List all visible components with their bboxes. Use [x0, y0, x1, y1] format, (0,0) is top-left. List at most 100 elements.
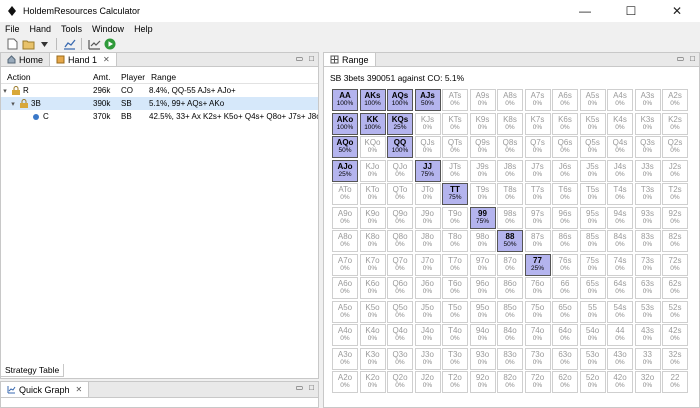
- hand-cell[interactable]: 62s 0%: [662, 277, 688, 299]
- hand-cell[interactable]: J4s 0%: [607, 159, 633, 182]
- hand-cell[interactable]: 73o 0%: [524, 347, 551, 370]
- hand-cell[interactable]: 44 0%: [607, 324, 633, 346]
- hand-cell[interactable]: A2s 0%: [662, 89, 688, 111]
- maximize-pane-icon[interactable]: □: [309, 383, 314, 392]
- hand-cell[interactable]: K8o 0%: [359, 230, 386, 252]
- hand-cell[interactable]: A3o 0%: [332, 347, 358, 370]
- hand-cell[interactable]: 93s 0%: [634, 206, 661, 229]
- hand-cell[interactable]: 52o 0%: [579, 371, 606, 393]
- hand-cell[interactable]: 43o 0%: [607, 347, 633, 370]
- hand-cell[interactable]: J4o 0%: [414, 324, 441, 346]
- table-row[interactable]: ▾ 3B 390k SB 5.1%, 99+ AQs+ AKo: [1, 97, 318, 110]
- close-window-button[interactable]: ✕: [654, 0, 700, 22]
- hand-cell[interactable]: KJo 0%: [359, 159, 386, 182]
- hand-cell[interactable]: Q2o 0%: [387, 371, 413, 393]
- dropdown-button[interactable]: [37, 38, 51, 51]
- hand-cell[interactable]: K9o 0%: [359, 206, 386, 229]
- hand-cell[interactable]: 96s 0%: [552, 206, 578, 229]
- hand-cell[interactable]: T9o 0%: [442, 206, 468, 229]
- tab-quick-graph[interactable]: Quick Graph ✕: [1, 382, 90, 397]
- hand-cell[interactable]: K3o 0%: [359, 347, 386, 370]
- hand-cell[interactable]: AJs 50%: [414, 89, 441, 111]
- hand-cell[interactable]: A9o 0%: [332, 206, 358, 229]
- hand-cell[interactable]: 75s 0%: [579, 253, 606, 276]
- hand-cell[interactable]: T3o 0%: [442, 347, 468, 370]
- hand-cell[interactable]: T6o 0%: [442, 277, 468, 299]
- hand-cell[interactable]: AQo 50%: [332, 136, 358, 158]
- hand-cell[interactable]: K3s 0%: [634, 112, 661, 135]
- hand-cell[interactable]: A3s 0%: [634, 89, 661, 111]
- chart-button[interactable]: [62, 38, 76, 51]
- close-tab-icon[interactable]: ✕: [76, 385, 83, 394]
- hand-cell[interactable]: 92o 0%: [469, 371, 496, 393]
- menu-help[interactable]: Help: [129, 24, 158, 34]
- hand-cell[interactable]: 87o 0%: [497, 253, 523, 276]
- hand-cell[interactable]: Q6o 0%: [387, 277, 413, 299]
- hand-cell[interactable]: A7s 0%: [524, 89, 551, 111]
- hand-cell[interactable]: 42s 0%: [662, 324, 688, 346]
- tab-hand-1[interactable]: Hand 1 ✕: [50, 53, 117, 66]
- hand-cell[interactable]: 53o 0%: [579, 347, 606, 370]
- hand-cell[interactable]: A9s 0%: [469, 89, 496, 111]
- hand-cell[interactable]: KQo 0%: [359, 136, 386, 158]
- hand-cell[interactable]: A4s 0%: [607, 89, 633, 111]
- hand-cell[interactable]: 76s 0%: [552, 253, 578, 276]
- hand-cell[interactable]: 84s 0%: [607, 230, 633, 252]
- hand-cell[interactable]: T7o 0%: [442, 253, 468, 276]
- tab-home[interactable]: Home: [1, 53, 51, 66]
- hand-cell[interactable]: J6o 0%: [414, 277, 441, 299]
- hand-cell[interactable]: KK 100%: [359, 112, 386, 135]
- hand-cell[interactable]: J5s 0%: [579, 159, 606, 182]
- hand-cell[interactable]: Q8s 0%: [497, 136, 523, 158]
- hand-cell[interactable]: Q3o 0%: [387, 347, 413, 370]
- hand-cell[interactable]: A7o 0%: [332, 253, 358, 276]
- hand-cell[interactable]: JTs 0%: [442, 159, 468, 182]
- hand-cell[interactable]: K7s 0%: [524, 112, 551, 135]
- hand-cell[interactable]: QTo 0%: [387, 183, 413, 205]
- hand-cell[interactable]: Q4o 0%: [387, 324, 413, 346]
- hand-cell[interactable]: 43s 0%: [634, 324, 661, 346]
- hand-cell[interactable]: 87s 0%: [524, 230, 551, 252]
- hand-cell[interactable]: A5o 0%: [332, 300, 358, 323]
- hand-cell[interactable]: ATs 0%: [442, 89, 468, 111]
- hand-cell[interactable]: 83s 0%: [634, 230, 661, 252]
- hand-cell[interactable]: T4s 0%: [607, 183, 633, 205]
- hand-cell[interactable]: 66 0%: [552, 277, 578, 299]
- hand-cell[interactable]: J3o 0%: [414, 347, 441, 370]
- close-tab-icon[interactable]: ✕: [103, 55, 110, 64]
- hand-cell[interactable]: K9s 0%: [469, 112, 496, 135]
- hand-cell[interactable]: QQ 100%: [387, 136, 413, 158]
- hand-cell[interactable]: J2s 0%: [662, 159, 688, 182]
- hand-cell[interactable]: 97o 0%: [469, 253, 496, 276]
- hand-cell[interactable]: 76o 0%: [524, 277, 551, 299]
- hand-cell[interactable]: 85o 0%: [497, 300, 523, 323]
- hand-cell[interactable]: 32o 0%: [634, 371, 661, 393]
- minimize-pane-icon[interactable]: ▭: [677, 54, 685, 63]
- hand-cell[interactable]: 52s 0%: [662, 300, 688, 323]
- hand-cell[interactable]: Q7o 0%: [387, 253, 413, 276]
- hand-cell[interactable]: 64s 0%: [607, 277, 633, 299]
- minimize-pane-icon[interactable]: ▭: [296, 383, 304, 392]
- chevron-down-icon[interactable]: ▾: [9, 100, 17, 108]
- hand-cell[interactable]: 74o 0%: [524, 324, 551, 346]
- tab-range[interactable]: Range: [324, 53, 376, 66]
- hand-cell[interactable]: 54o 0%: [579, 324, 606, 346]
- hand-cell[interactable]: 73s 0%: [634, 253, 661, 276]
- minimize-button[interactable]: —: [562, 0, 608, 22]
- hand-cell[interactable]: AKo 100%: [332, 112, 358, 135]
- hand-cell[interactable]: Q5s 0%: [579, 136, 606, 158]
- hand-cell[interactable]: 98o 0%: [469, 230, 496, 252]
- hand-cell[interactable]: KTo 0%: [359, 183, 386, 205]
- menu-tools[interactable]: Tools: [56, 24, 87, 34]
- hand-cell[interactable]: 54s 0%: [607, 300, 633, 323]
- hand-cell[interactable]: K2o 0%: [359, 371, 386, 393]
- hand-cell[interactable]: T4o 0%: [442, 324, 468, 346]
- hand-cell[interactable]: 33 0%: [634, 347, 661, 370]
- hand-cell[interactable]: Q2s 0%: [662, 136, 688, 158]
- hand-cell[interactable]: 77 25%: [524, 253, 551, 276]
- hand-cell[interactable]: 94o 0%: [469, 324, 496, 346]
- hand-cell[interactable]: AA 100%: [332, 89, 358, 111]
- hand-cell[interactable]: K4o 0%: [359, 324, 386, 346]
- hand-cell[interactable]: 95s 0%: [579, 206, 606, 229]
- hand-cell[interactable]: A6s 0%: [552, 89, 578, 111]
